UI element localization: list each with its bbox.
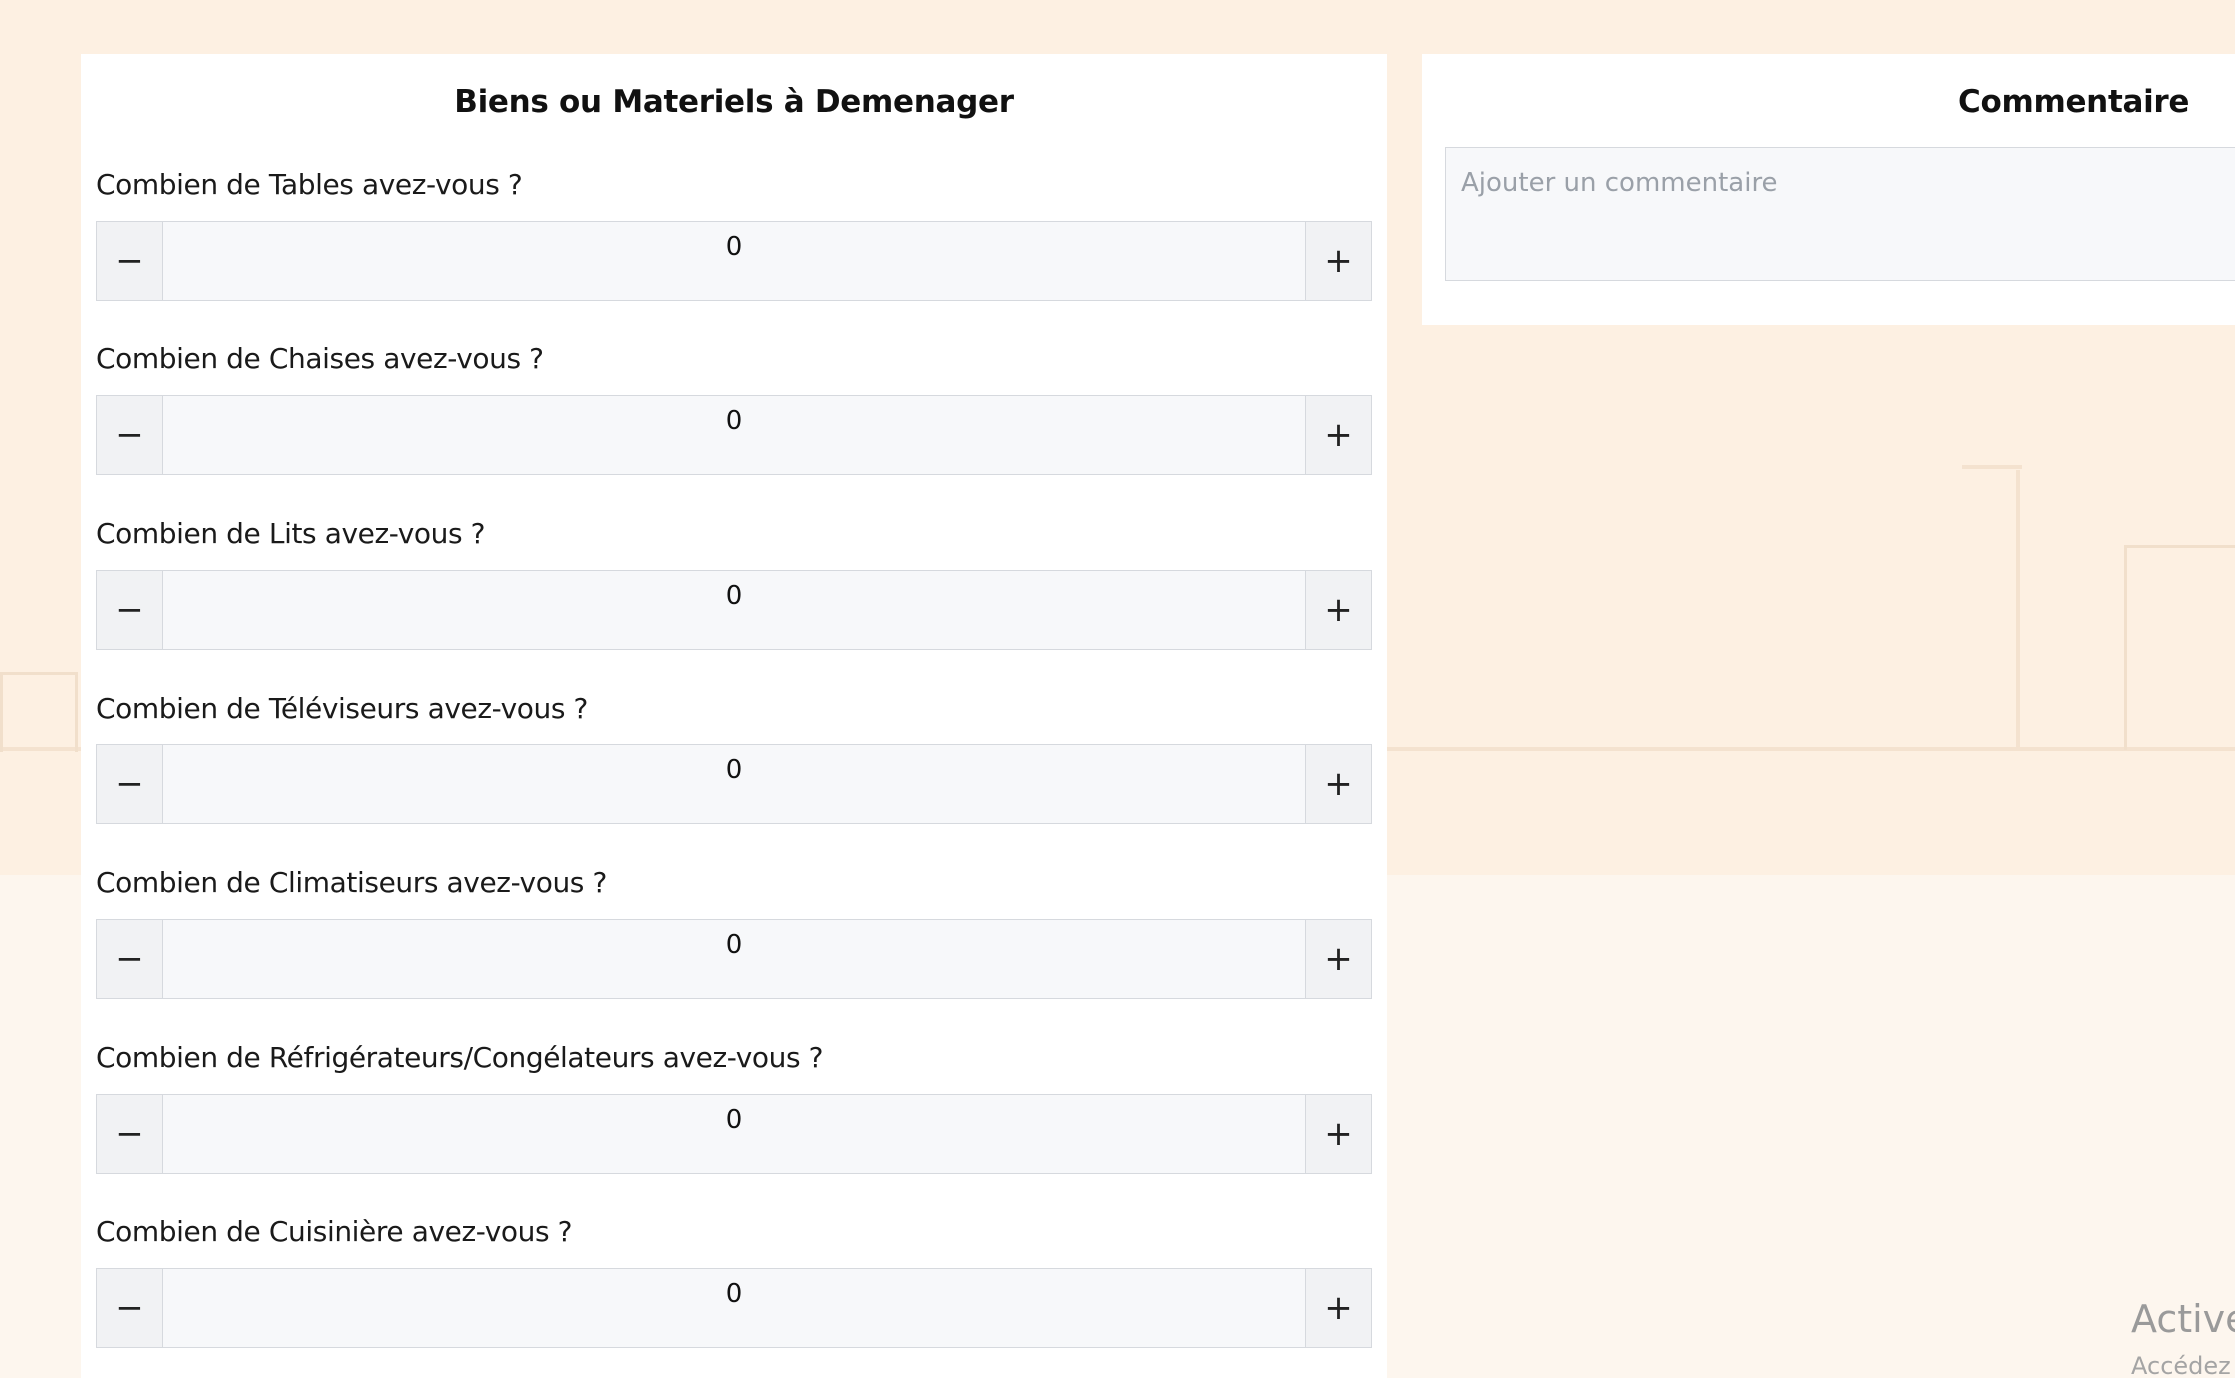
- increment-button[interactable]: +: [1305, 1095, 1371, 1173]
- quantity-input[interactable]: 0: [163, 396, 1305, 474]
- quantity-stepper-cuisiniere: − 0 +: [96, 1268, 1372, 1348]
- plus-icon: +: [1324, 241, 1353, 281]
- decrement-button[interactable]: −: [97, 1269, 163, 1347]
- activation-watermark-subtext: Accédez: [2131, 1352, 2231, 1378]
- plus-icon: +: [1324, 590, 1353, 630]
- increment-button[interactable]: +: [1305, 1269, 1371, 1347]
- question-cuisiniere: Combien de Cuisinière avez-vous ?: [96, 1215, 573, 1248]
- question-lits: Combien de Lits avez-vous ?: [96, 517, 486, 550]
- decrement-button[interactable]: −: [97, 920, 163, 998]
- quantity-stepper-lits: − 0 +: [96, 570, 1372, 650]
- quantity-stepper-refrigerateurs: − 0 +: [96, 1094, 1372, 1174]
- decrement-button[interactable]: −: [97, 396, 163, 474]
- increment-button[interactable]: +: [1305, 745, 1371, 823]
- minus-icon: −: [115, 415, 144, 455]
- increment-button[interactable]: +: [1305, 571, 1371, 649]
- quantity-input[interactable]: 0: [163, 920, 1305, 998]
- increment-button[interactable]: +: [1305, 920, 1371, 998]
- minus-icon: −: [115, 939, 144, 979]
- minus-icon: −: [115, 1288, 144, 1328]
- question-tables: Combien de Tables avez-vous ?: [96, 168, 523, 201]
- comment-textarea[interactable]: [1445, 147, 2235, 281]
- quantity-input[interactable]: 0: [163, 1269, 1305, 1347]
- plus-icon: +: [1324, 939, 1353, 979]
- decrement-button[interactable]: −: [97, 222, 163, 300]
- comment-title: Commentaire: [1958, 84, 2190, 120]
- quantity-input[interactable]: 0: [163, 571, 1305, 649]
- quantity-stepper-tables: − 0 +: [96, 221, 1372, 301]
- minus-icon: −: [115, 241, 144, 281]
- quantity-stepper-climatiseurs: − 0 +: [96, 919, 1372, 999]
- increment-button[interactable]: +: [1305, 396, 1371, 474]
- background-line: [2016, 470, 2020, 750]
- plus-icon: +: [1324, 1288, 1353, 1328]
- background-line: [1962, 465, 2022, 469]
- quantity-input[interactable]: 0: [163, 745, 1305, 823]
- question-chaises: Combien de Chaises avez-vous ?: [96, 342, 544, 375]
- question-climatiseurs: Combien de Climatiseurs avez-vous ?: [96, 866, 607, 899]
- quantity-input[interactable]: 0: [163, 222, 1305, 300]
- minus-icon: −: [115, 764, 144, 804]
- decrement-button[interactable]: −: [97, 1095, 163, 1173]
- activation-watermark: Active: [2131, 1297, 2235, 1341]
- plus-icon: +: [1324, 764, 1353, 804]
- minus-icon: −: [115, 590, 144, 630]
- quantity-stepper-televiseurs: − 0 +: [96, 744, 1372, 824]
- decrement-button[interactable]: −: [97, 571, 163, 649]
- question-refrigerateurs: Combien de Réfrigérateurs/Congélateurs a…: [96, 1041, 824, 1074]
- minus-icon: −: [115, 1114, 144, 1154]
- increment-button[interactable]: +: [1305, 222, 1371, 300]
- question-televiseurs: Combien de Téléviseurs avez-vous ?: [96, 692, 588, 725]
- panel-title: Biens ou Materiels à Demenager: [454, 84, 1014, 120]
- quantity-stepper-chaises: − 0 +: [96, 395, 1372, 475]
- decrement-button[interactable]: −: [97, 745, 163, 823]
- quantity-input[interactable]: 0: [163, 1095, 1305, 1173]
- background-shape: [0, 672, 78, 752]
- background-shape: [2124, 545, 2235, 750]
- plus-icon: +: [1324, 1114, 1353, 1154]
- plus-icon: +: [1324, 415, 1353, 455]
